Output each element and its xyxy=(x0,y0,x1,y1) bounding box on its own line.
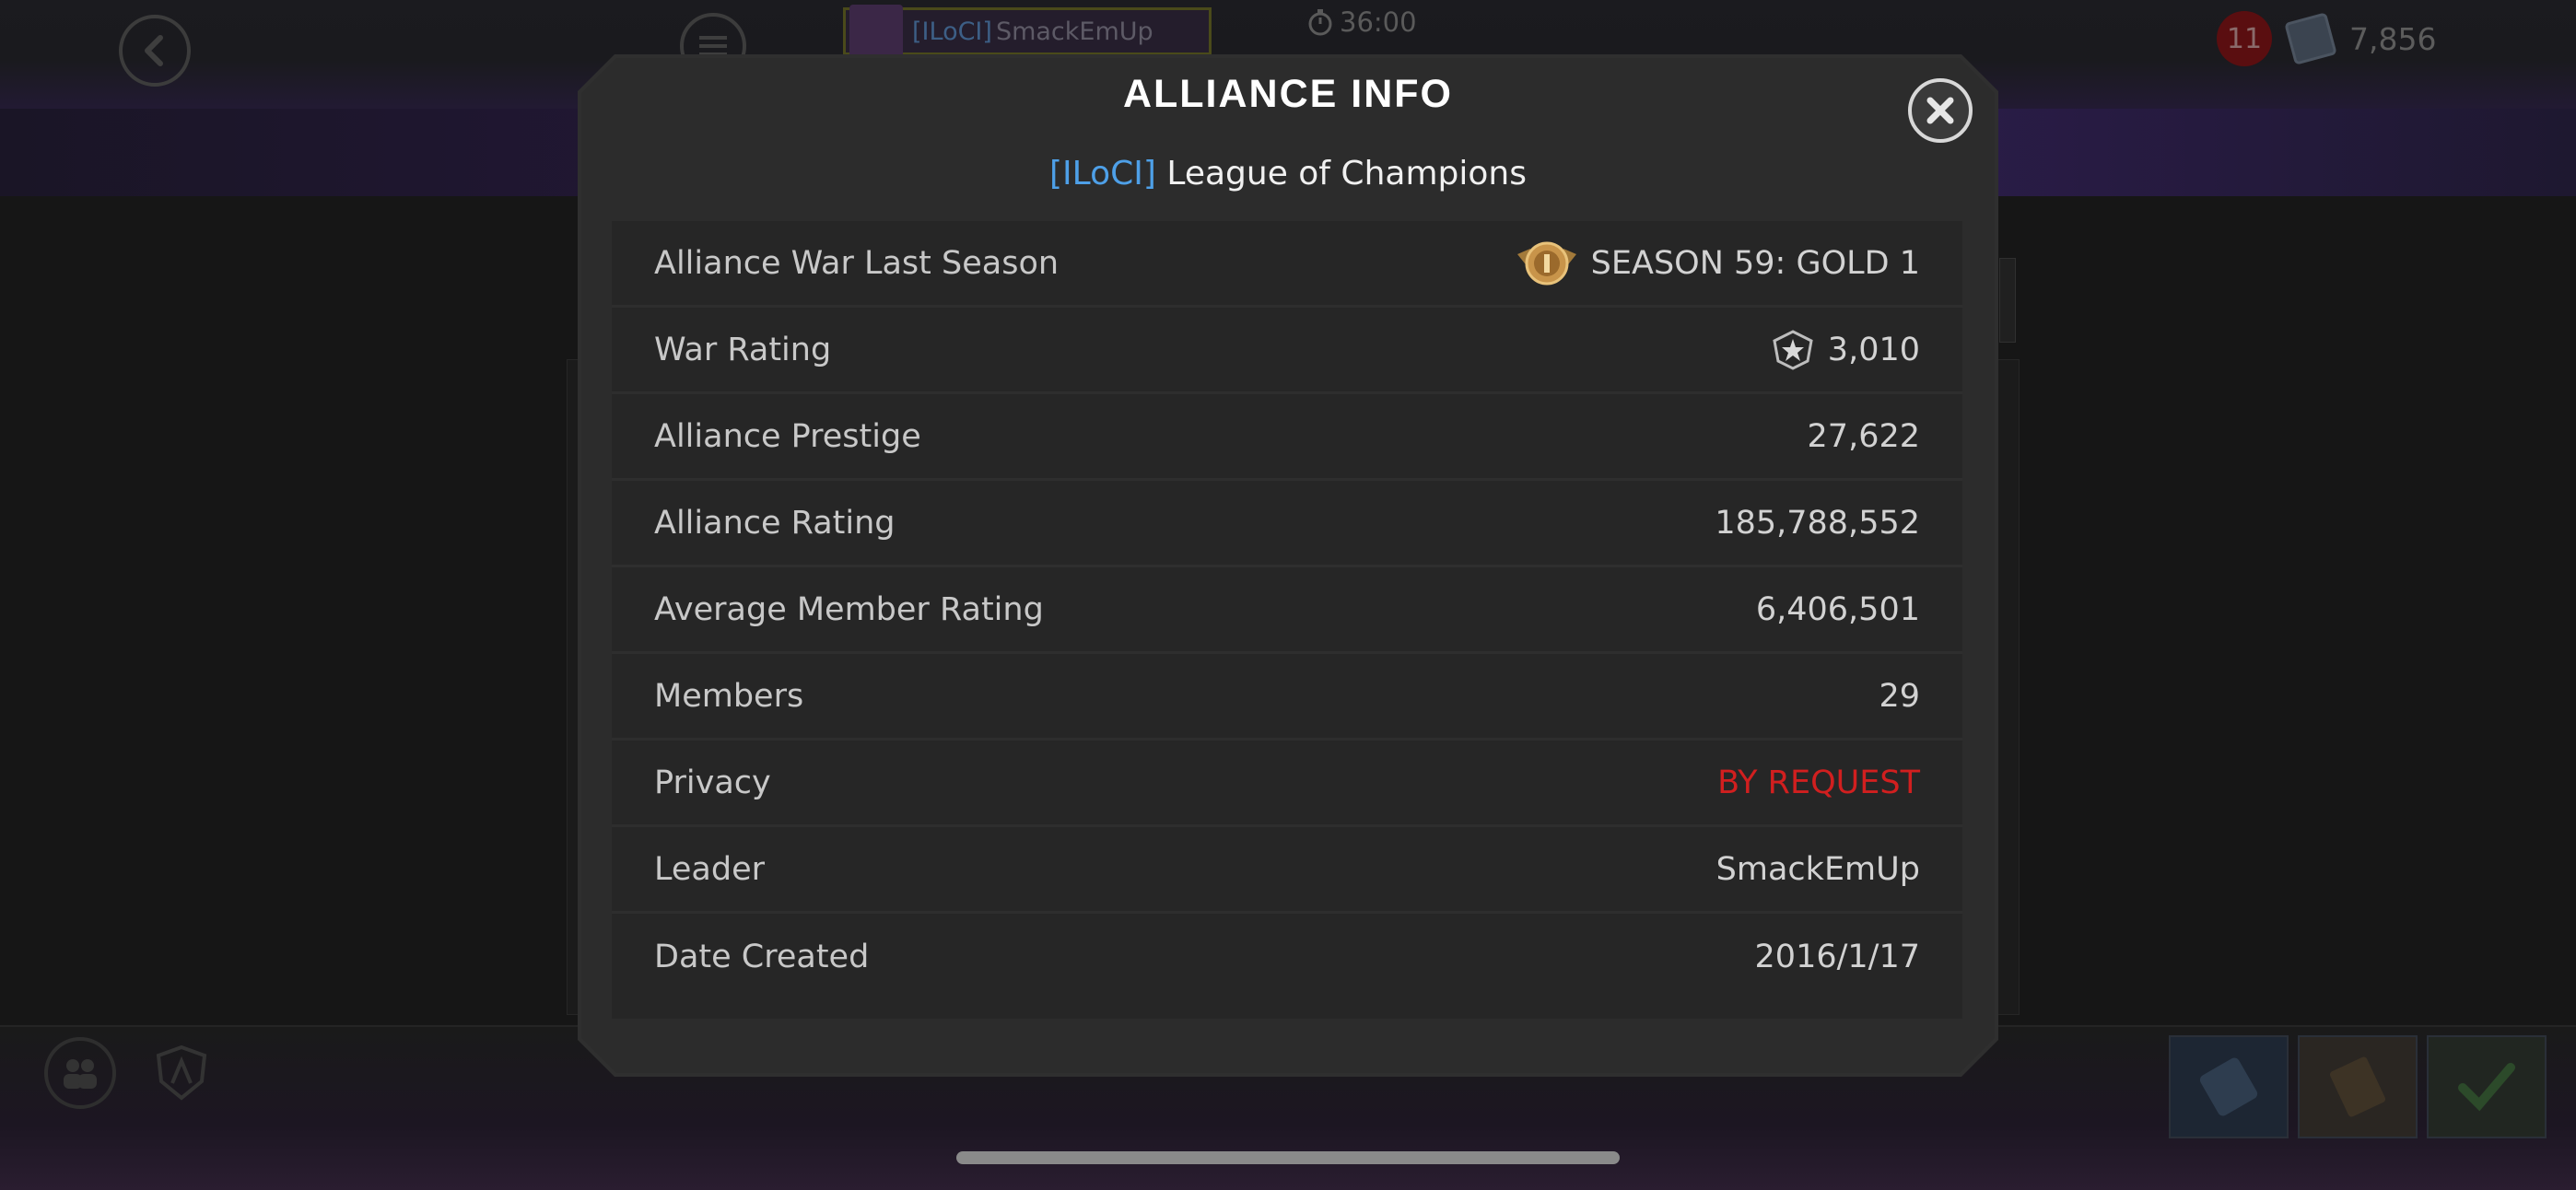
info-row-members: Members 29 xyxy=(612,654,1962,741)
alliance-button[interactable] xyxy=(146,1037,217,1109)
info-row-average-member-rating: Average Member Rating 6,406,501 xyxy=(612,567,1962,654)
info-row-date-created: Date Created 2016/1/17 xyxy=(612,914,1962,1000)
info-row-label: War Rating xyxy=(654,331,832,368)
privacy-status-value: BY REQUEST xyxy=(1717,764,1920,801)
clipboard-icon xyxy=(2329,1056,2386,1117)
members-button[interactable] xyxy=(44,1037,116,1109)
close-button[interactable] xyxy=(1908,78,1973,143)
war-season-value: SEASON 59: GOLD 1 xyxy=(1590,244,1920,282)
chevron-left-icon xyxy=(145,35,163,66)
info-row-label: Members xyxy=(654,677,804,715)
info-row-label: Leader xyxy=(654,850,766,888)
info-row-alliance-rating: Alliance Rating 185,788,552 xyxy=(612,481,1962,567)
info-row-leader: Leader SmackEmUp xyxy=(612,827,1962,914)
info-row-war-season: Alliance War Last Season SEASON 59: GOLD… xyxy=(612,221,1962,308)
close-icon xyxy=(1926,97,1954,124)
player-chip[interactable]: [ILoCI] SmackEmUp xyxy=(843,5,1212,58)
info-row-value: 27,622 xyxy=(1807,417,1920,455)
timer-value: 36:00 xyxy=(1340,6,1417,38)
info-row-value: 2016/1/17 xyxy=(1754,939,1920,975)
info-row-value: 3,010 xyxy=(1769,329,1920,370)
war-rating-star-icon xyxy=(1773,329,1813,370)
info-row-war-rating: War Rating 3,010 xyxy=(612,308,1962,394)
info-row-label: Date Created xyxy=(654,939,870,975)
complete-button[interactable] xyxy=(2427,1035,2547,1138)
tasks-button[interactable] xyxy=(2298,1035,2418,1138)
home-indicator[interactable] xyxy=(956,1151,1620,1164)
info-row-value: 185,788,552 xyxy=(1715,504,1920,542)
ticket-icon xyxy=(2285,13,2336,64)
war-rating-value: 3,010 xyxy=(1827,331,1920,368)
info-row-value: 6,406,501 xyxy=(1755,590,1920,628)
info-row-label: Privacy xyxy=(654,764,771,801)
info-row-label: Alliance Prestige xyxy=(654,417,921,455)
player-name: SmackEmUp xyxy=(995,17,1153,46)
avatar xyxy=(849,5,903,58)
quest-map-button[interactable] xyxy=(2169,1035,2289,1138)
info-row-label: Alliance War Last Season xyxy=(654,244,1060,282)
gold-tier-badge-icon xyxy=(1516,241,1576,285)
currency-value: 7,856 xyxy=(2349,20,2437,57)
notification-badge: 11 xyxy=(2217,11,2272,66)
info-row-value: SmackEmUp xyxy=(1715,850,1920,888)
people-icon xyxy=(64,1059,97,1089)
info-row-value: SEASON 59: GOLD 1 xyxy=(1514,236,1920,291)
player-alliance-tag: [ILoCI] xyxy=(912,17,992,46)
currency-counter[interactable]: 11 7,856 xyxy=(2217,11,2436,66)
timer: 36:00 xyxy=(1306,4,1417,41)
info-row-label: Alliance Rating xyxy=(654,504,896,542)
checkmark-icon xyxy=(2458,1063,2515,1112)
info-row-privacy: Privacy BY REQUEST xyxy=(612,741,1962,827)
info-row-prestige: Alliance Prestige 27,622 xyxy=(612,394,1962,481)
scroll-icon xyxy=(2199,1057,2258,1116)
background-tab xyxy=(1999,258,2016,343)
modal-title: ALLIANCE INFO xyxy=(1122,72,1454,116)
alliance-name-heading: [ILoCI] League of Champions xyxy=(0,155,2576,192)
stopwatch-icon xyxy=(1308,9,1332,36)
alliance-name: League of Champions xyxy=(1166,155,1527,192)
info-row-value: 29 xyxy=(1879,677,1920,715)
alliance-shield-icon xyxy=(156,1044,207,1101)
alliance-info-table: Alliance War Last Season SEASON 59: GOLD… xyxy=(612,221,1962,1019)
info-row-label: Average Member Rating xyxy=(654,590,1044,628)
alliance-tag: [ILoCI] xyxy=(1049,155,1156,192)
